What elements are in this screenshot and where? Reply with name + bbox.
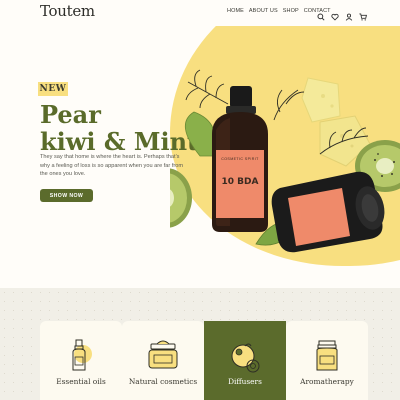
- aroma-candle-icon: [316, 340, 338, 371]
- category-card-aromatherapy[interactable]: Aromatherapy: [286, 321, 368, 400]
- diffuser-icon: [231, 343, 260, 373]
- bottle-label-brand: 10 BDA: [222, 177, 259, 187]
- new-badge: NEW: [38, 82, 68, 96]
- essential-oil-bottle-icon: [72, 339, 92, 371]
- heart-icon[interactable]: [331, 6, 339, 21]
- category-label: Essential oils: [56, 377, 106, 386]
- hero-section: NEW Pear kiwi & Mint They say that home …: [0, 26, 400, 288]
- cosmetic-bottle-upright: COSMETIC SPIRIT 10 BDA: [212, 86, 268, 232]
- category-cards: Essential oils Natural cosmetics Diffuse…: [40, 321, 368, 400]
- category-label: Natural cosmetics: [128, 377, 198, 386]
- category-card-essential-oils[interactable]: Essential oils: [40, 321, 122, 400]
- hero-description: They say that home is where the heart is…: [40, 154, 184, 177]
- site-header: Toutem HOME ABOUT US SHOP CONTACT: [0, 0, 400, 26]
- cosmetic-bottle-lying: [271, 171, 385, 253]
- show-now-button[interactable]: SHOW NOW: [40, 189, 93, 202]
- nav-home[interactable]: HOME: [227, 8, 244, 14]
- cream-jar-icon: [148, 340, 178, 369]
- hero-product-illustration: COSMETIC SPIRIT 10 BDA: [170, 69, 400, 253]
- category-card-diffusers[interactable]: Diffusers: [204, 321, 286, 400]
- category-card-natural-cosmetics[interactable]: Natural cosmetics: [122, 321, 204, 400]
- nav-about-us[interactable]: ABOUT US: [249, 8, 278, 14]
- header-icons: [317, 6, 367, 21]
- nav-shop[interactable]: SHOP: [283, 8, 299, 14]
- cart-icon[interactable]: [359, 6, 367, 21]
- categories-section: Essential oils Natural cosmetics Diffuse…: [0, 288, 400, 400]
- user-icon[interactable]: [345, 6, 353, 21]
- kiwi-slice-left-illustration: [170, 168, 192, 228]
- category-label: Diffusers: [228, 377, 262, 386]
- main-nav: HOME ABOUT US SHOP CONTACT: [227, 8, 331, 14]
- search-icon[interactable]: [317, 6, 325, 21]
- mint-leaf-left-illustration: [185, 111, 217, 157]
- brand-logo[interactable]: Toutem: [40, 2, 95, 20]
- category-label: Aromatherapy: [300, 377, 354, 386]
- bottle-label-small: COSMETIC SPIRIT: [221, 157, 259, 161]
